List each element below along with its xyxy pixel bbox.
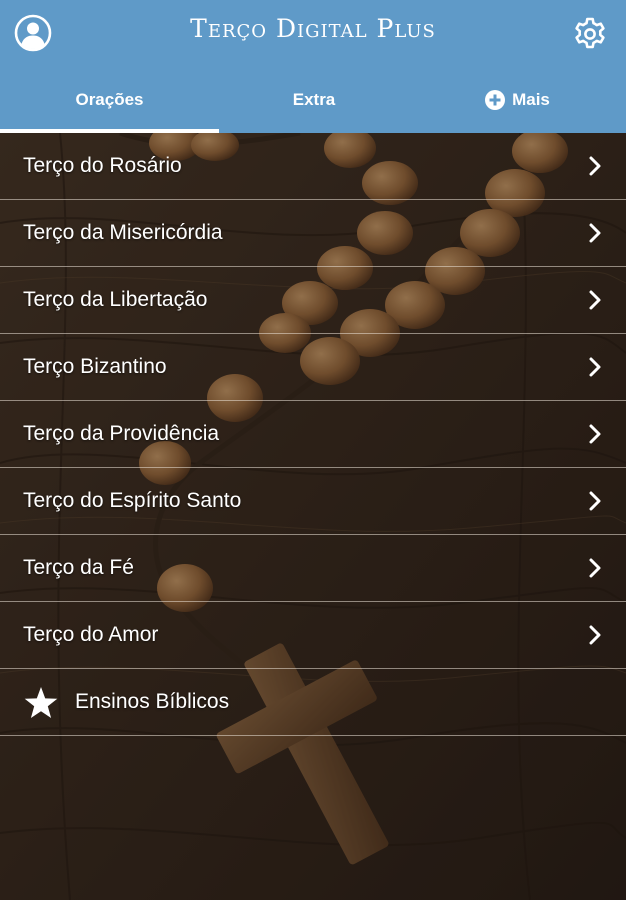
active-tab-indicator [0, 129, 219, 133]
title-bar: Terço Digital Plus [0, 0, 626, 66]
tab-bar: Orações Extra Mais [0, 66, 626, 133]
tab-label: Extra [292, 89, 336, 109]
list-item-label: Terço da Misericórdia [23, 221, 223, 244]
chevron-right-icon [589, 357, 601, 377]
list-item-terco-do-amor[interactable]: Terço do Amor [0, 602, 626, 669]
list-item-label: Ensinos Bíblicos [75, 690, 230, 713]
list-item-terco-do-espirito-santo[interactable]: Terço do Espírito Santo [0, 468, 626, 535]
tab-label: Mais [512, 89, 550, 109]
tab-oracoes[interactable]: Orações [0, 66, 219, 133]
chevron-right-icon [589, 625, 601, 645]
chevron-right-icon [589, 424, 601, 444]
settings-button[interactable] [572, 16, 608, 52]
list-item-terco-da-misericordia[interactable]: Terço da Misericórdia [0, 200, 626, 267]
list-item-label: Terço do Amor [23, 623, 159, 646]
list-item-label: Terço da Fé [23, 556, 134, 579]
list-item-terco-da-providencia[interactable]: Terço da Providência [0, 401, 626, 468]
list-item-label: Terço da Providência [23, 422, 220, 445]
list-item-terco-bizantino[interactable]: Terço Bizantino [0, 334, 626, 401]
tab-mais[interactable]: Mais [409, 66, 626, 133]
chevron-right-icon [589, 491, 601, 511]
chevron-right-icon [589, 290, 601, 310]
list-item-label: Terço do Espírito Santo [23, 489, 242, 512]
chevron-right-icon [589, 223, 601, 243]
app-header: Terço Digital Plus Orações Extra Mais [0, 0, 626, 133]
app-title: Terço Digital Plus [190, 14, 436, 43]
chevron-right-icon [589, 156, 601, 176]
gear-icon [575, 17, 605, 49]
list-item-label: Terço da Libertação [23, 288, 208, 311]
list-item-terco-da-fe[interactable]: Terço da Fé [0, 535, 626, 602]
tab-extra[interactable]: Extra [219, 66, 409, 133]
prayer-list: Terço do Rosário Terço da Misericórdia T… [0, 133, 626, 736]
star-icon [24, 687, 58, 718]
chevron-right-icon [589, 558, 601, 578]
list-item-terco-da-libertacao[interactable]: Terço da Libertação [0, 267, 626, 334]
list-item-label: Terço do Rosário [23, 154, 182, 177]
plus-circle-icon [485, 89, 506, 110]
list-item-terco-do-rosario[interactable]: Terço do Rosário [0, 133, 626, 200]
app-screen: Terço Digital Plus Orações Extra Mais Te… [0, 0, 626, 900]
tab-label: Orações [75, 89, 144, 109]
list-item-ensinos-biblicos[interactable]: Ensinos Bíblicos [0, 669, 626, 736]
list-item-label: Terço Bizantino [23, 355, 167, 378]
